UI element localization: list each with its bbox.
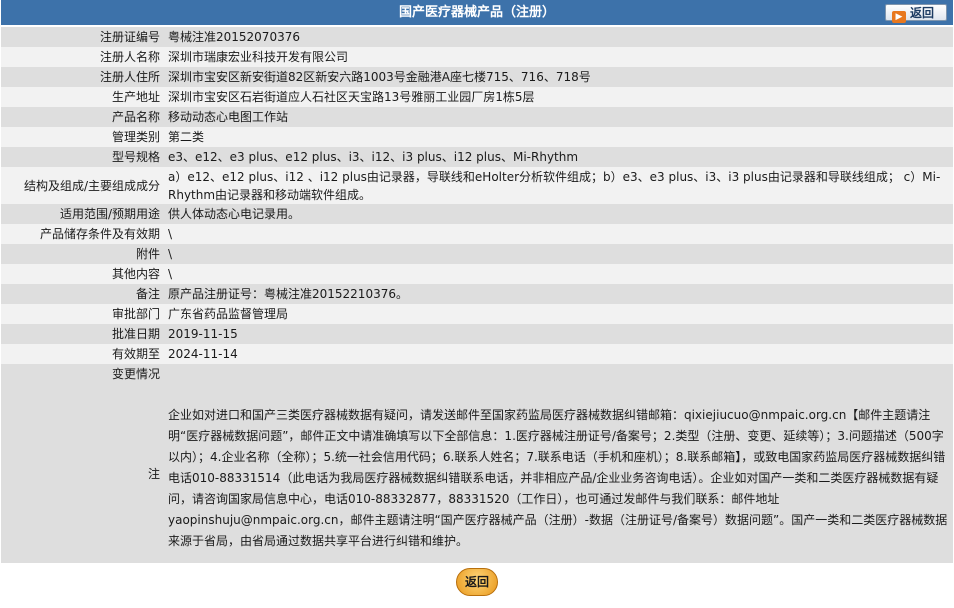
field-label: 适用范围/预期用途 [1, 204, 164, 224]
field-value: \ [164, 264, 953, 284]
field-label: 型号规格 [1, 147, 164, 167]
field-label: 注册证编号 [1, 27, 164, 47]
note-value: 企业如对进口和国产三类医疗器械数据有疑问，请发送邮件至国家药监局医疗器械数据纠错… [164, 384, 953, 563]
field-label: 变更情况 [1, 364, 164, 384]
field-value: a）e12、e12 plus、i12 、i12 plus由记录器，导联线和eHo… [164, 167, 953, 204]
detail-row: 批准日期 2019-11-15 [1, 324, 953, 344]
detail-page: 国产医疗器械产品（注册） ▶ 返回 注册证编号 粤械注准20152070376 注册人… [1, 0, 953, 608]
field-label: 产品名称 [1, 107, 164, 127]
detail-row: 变更情况 [1, 364, 953, 384]
detail-row: 其他内容 \ [1, 264, 953, 284]
footer: 返回 [1, 563, 953, 608]
field-value: \ [164, 224, 953, 244]
top-back-label: 返回 [910, 6, 935, 20]
note-label: 注 [1, 384, 164, 563]
field-value: 移动动态心电图工作站 [164, 107, 953, 127]
detail-row: 注册证编号 粤械注准20152070376 [1, 27, 953, 47]
field-value: 原产品注册证号：粤械注准20152210376。 [164, 284, 953, 304]
field-label: 批准日期 [1, 324, 164, 344]
field-label: 管理类别 [1, 127, 164, 147]
detail-row: 注册人名称 深圳市瑞康宏业科技开发有限公司 [1, 47, 953, 67]
field-label: 附件 [1, 244, 164, 264]
bottom-back-button[interactable]: 返回 [456, 568, 498, 596]
detail-row: 结构及组成/主要组成成分 a）e12、e12 plus、i12 、i12 plus… [1, 167, 953, 204]
detail-row: 备注 原产品注册证号：粤械注准20152210376。 [1, 284, 953, 304]
field-label: 备注 [1, 284, 164, 304]
field-label: 有效期至 [1, 344, 164, 364]
field-value: 2024-11-14 [164, 344, 953, 364]
field-value: 深圳市宝安区石岩街道应人石社区天宝路13号雅丽工业园厂房1栋5层 [164, 87, 953, 107]
field-value: 深圳市瑞康宏业科技开发有限公司 [164, 47, 953, 67]
field-label: 产品储存条件及有效期 [1, 224, 164, 244]
detail-row: 注册人住所 深圳市宝安区新安街道82区新安六路1003号金融港A座七楼715、71… [1, 67, 953, 87]
detail-row: 产品名称 移动动态心电图工作站 [1, 107, 953, 127]
detail-row: 适用范围/预期用途 供人体动态心电记录用。 [1, 204, 953, 224]
field-value: 供人体动态心电记录用。 [164, 204, 953, 224]
detail-row: 型号规格 e3、e12、e3 plus、e12 plus、i3、i12、i3 pl… [1, 147, 953, 167]
page-title: 国产医疗器械产品（注册） [398, 5, 555, 20]
field-label: 结构及组成/主要组成成分 [1, 167, 164, 204]
field-value: 2019-11-15 [164, 324, 953, 344]
field-value: 粤械注准20152070376 [164, 27, 953, 47]
arrow-right-icon: ▶ [892, 11, 906, 23]
field-value: e3、e12、e3 plus、e12 plus、i3、i12、i3 plus、i… [164, 147, 953, 167]
field-value: 第二类 [164, 127, 953, 147]
field-value [164, 364, 953, 384]
detail-row: 管理类别 第二类 [1, 127, 953, 147]
field-label: 审批部门 [1, 304, 164, 324]
detail-row: 附件 \ [1, 244, 953, 264]
field-label: 其他内容 [1, 264, 164, 284]
field-label: 注册人名称 [1, 47, 164, 67]
title-bar: 国产医疗器械产品（注册） ▶ 返回 [1, 0, 953, 27]
detail-row: 生产地址 深圳市宝安区石岩街道应人石社区天宝路13号雅丽工业园厂房1栋5层 [1, 87, 953, 107]
field-value: 深圳市宝安区新安街道82区新安六路1003号金融港A座七楼715、716、718… [164, 67, 953, 87]
note-row: 注 企业如对进口和国产三类医疗器械数据有疑问，请发送邮件至国家药监局医疗器械数据… [1, 384, 953, 563]
note-text: 企业如对进口和国产三类医疗器械数据有疑问，请发送邮件至国家药监局医疗器械数据纠错… [168, 408, 948, 548]
field-value: \ [164, 244, 953, 264]
field-value: 广东省药品监督管理局 [164, 304, 953, 324]
detail-table: 注册证编号 粤械注准20152070376 注册人名称 深圳市瑞康宏业科技开发有限公司… [1, 27, 953, 563]
field-label: 注册人住所 [1, 67, 164, 87]
top-back-button[interactable]: ▶ 返回 [885, 4, 947, 23]
detail-row: 产品储存条件及有效期 \ [1, 224, 953, 244]
field-label: 生产地址 [1, 87, 164, 107]
detail-row: 有效期至 2024-11-14 [1, 344, 953, 364]
detail-row: 审批部门 广东省药品监督管理局 [1, 304, 953, 324]
